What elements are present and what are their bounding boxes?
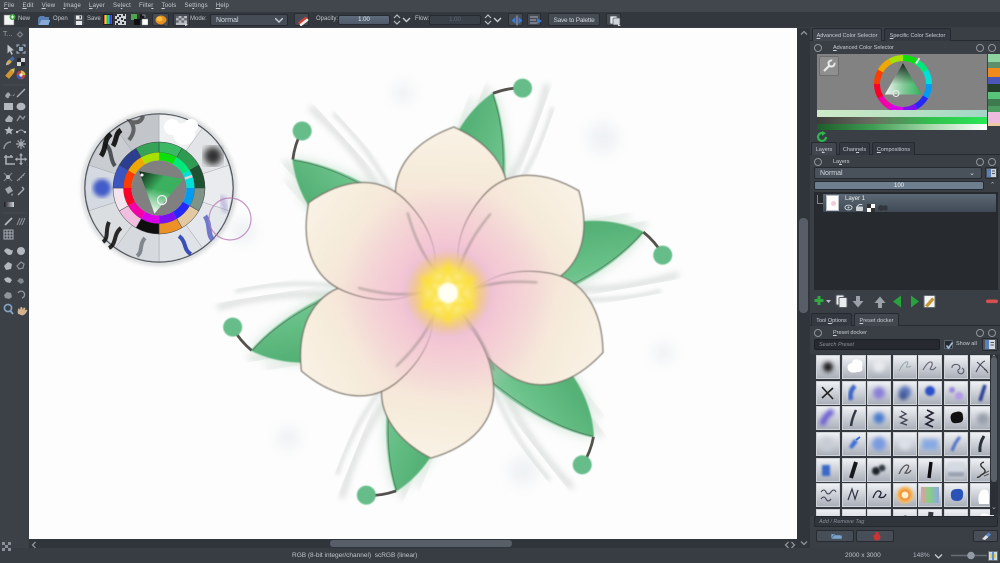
svg-text:T...: T... <box>3 31 12 38</box>
